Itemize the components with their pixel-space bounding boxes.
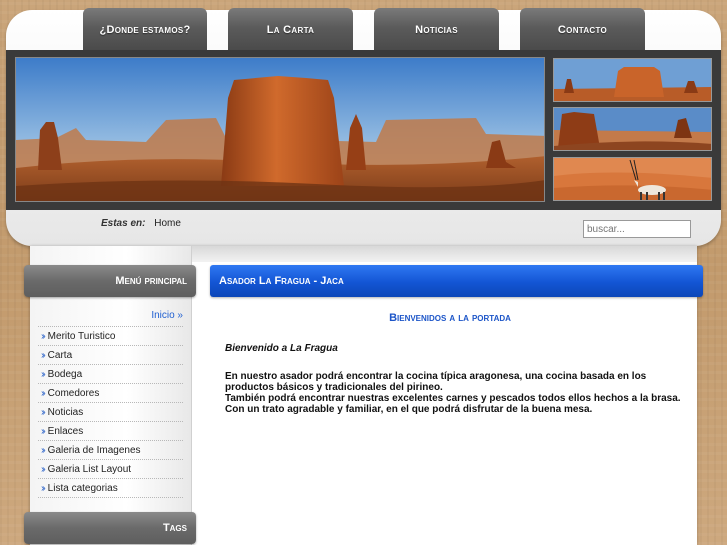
article-body: Bienvenido a La Fragua En nuestro asador…	[225, 343, 695, 415]
menu-item-lista-categorias[interactable]: ›› Lista categorias	[38, 479, 183, 498]
menu-item-label: Galeria List Layout	[47, 463, 132, 475]
thumbnail-mesa-sunset[interactable]	[553, 58, 712, 102]
main-menu: ›› Merito Turistico ›› Carta ›› Bodega ›› Co…	[38, 327, 183, 498]
menu-item-label: Bodega	[47, 368, 83, 380]
article-paragraph: Con un trato agradable y familiar, en el…	[225, 404, 593, 415]
menu-principal-title: Menú principal	[24, 265, 196, 297]
menu-item-label: Enlaces	[47, 425, 84, 437]
article-paragraph: También podrá encontrar nuestras excelen…	[225, 393, 681, 404]
menu-item-label: Carta	[47, 349, 73, 361]
breadcrumb-home: Home	[154, 218, 181, 229]
menu-item-enlaces[interactable]: ›› Enlaces	[38, 422, 183, 441]
menu-item-bodega[interactable]: ›› Bodega	[38, 365, 183, 384]
tags-title: Tags	[24, 512, 196, 544]
menu-item-noticias[interactable]: ›› Noticias	[38, 403, 183, 422]
article-paragraph: En nuestro asador podrá encontrar la coc…	[225, 371, 647, 393]
site-title-header: Asador La Fragua - Jaca	[210, 265, 703, 297]
menu-item-label: Merito Turistico	[47, 330, 116, 342]
banner-image-monument-valley	[15, 57, 545, 202]
menu-link-inicio[interactable]: Inicio »	[38, 310, 183, 327]
breadcrumb-label: Estas en:	[101, 218, 146, 229]
welcome-title: Bienvenidos a la portada	[389, 312, 511, 324]
double-chevron-right-icon: ››	[41, 406, 45, 418]
thumbnail-valley-buttes[interactable]	[553, 107, 712, 151]
menu-item-label: Comedores	[47, 387, 100, 399]
double-chevron-right-icon: ››	[41, 425, 45, 437]
breadcrumb: Estas en: Home	[101, 218, 181, 229]
article-paragraphs: En nuestro asador podrá encontrar la coc…	[225, 371, 695, 415]
nav-tab-la-carta[interactable]: La Carta	[228, 8, 353, 51]
menu-item-label: Galeria de Imagenes	[47, 444, 141, 456]
search-input[interactable]	[583, 220, 691, 238]
menu-item-label: Lista categorias	[47, 482, 118, 494]
menu-item-carta[interactable]: ›› Carta	[38, 346, 183, 365]
double-chevron-right-icon: ››	[41, 482, 45, 494]
nav-tab-donde-estamos[interactable]: ¿Donde estamos?	[83, 8, 207, 51]
double-chevron-right-icon: ››	[41, 463, 45, 475]
menu-item-comedores[interactable]: ›› Comedores	[38, 384, 183, 403]
double-chevron-right-icon: ››	[41, 368, 45, 380]
nav-tab-noticias[interactable]: Noticias	[374, 8, 499, 51]
menu-item-merito-turistico[interactable]: ›› Merito Turistico	[38, 327, 183, 346]
menu-item-label: Noticias	[47, 406, 84, 418]
double-chevron-right-icon: ››	[41, 349, 45, 361]
article-intro: Bienvenido a La Fragua	[225, 343, 338, 354]
double-chevron-right-icon: ››	[41, 444, 45, 456]
thumbnail-oryx-dunes[interactable]	[553, 157, 712, 201]
menu-item-galeria-list-layout[interactable]: ›› Galeria List Layout	[38, 460, 183, 479]
double-chevron-right-icon: ››	[41, 387, 45, 399]
double-chevron-right-icon: ››	[41, 330, 45, 342]
nav-tab-contacto[interactable]: Contacto	[520, 8, 645, 51]
menu-item-galeria-de-imagenes[interactable]: ›› Galeria de Imagenes	[38, 441, 183, 460]
